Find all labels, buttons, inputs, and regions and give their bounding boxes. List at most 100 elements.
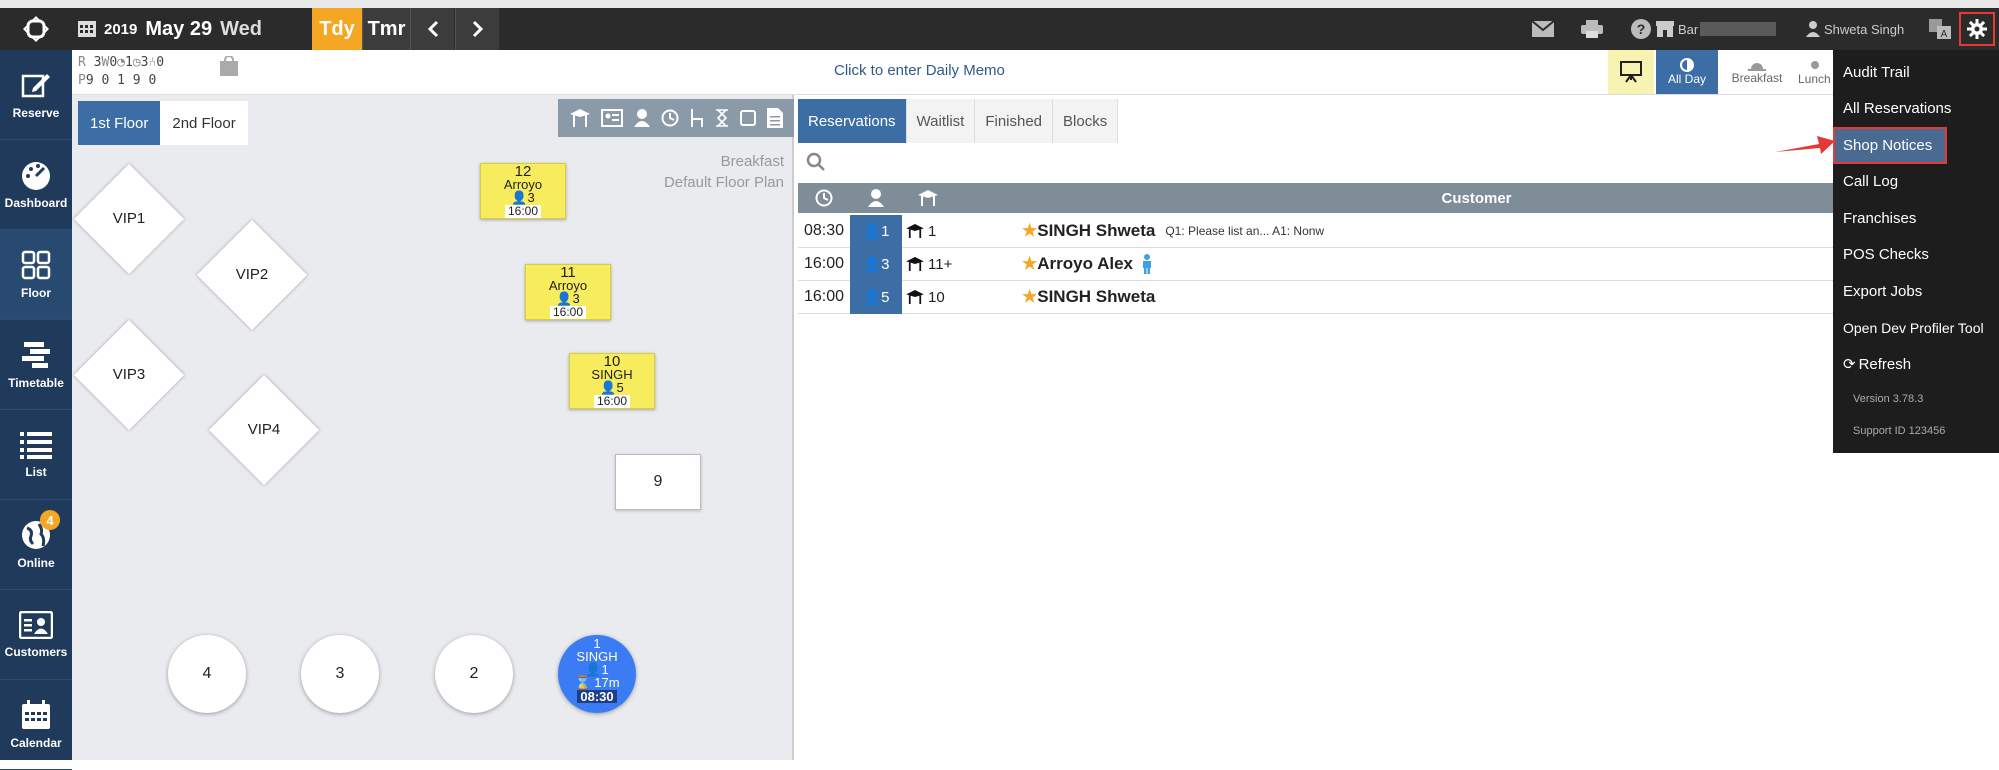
meal-breakfast[interactable]: Breakfast <box>1722 50 1792 94</box>
reservations-table-header: Customer <box>798 183 1999 213</box>
table-10[interactable]: 10 SINGH 👤5 16:00 <box>569 353 655 409</box>
square-icon[interactable] <box>739 110 756 126</box>
menu-item-label: Refresh <box>1858 355 1912 373</box>
hourglass-icon[interactable] <box>715 109 729 127</box>
prev-day-button[interactable] <box>410 8 454 50</box>
column-table[interactable] <box>902 190 954 206</box>
table-4[interactable]: 4 <box>168 635 246 713</box>
reservation-stats: R 3W0◔1◷3⑃0 P9 0 1 9 0 <box>78 55 165 88</box>
user-icon <box>1806 21 1820 37</box>
sidebar-item-dashboard[interactable]: Dashboard <box>0 140 72 230</box>
user-menu[interactable]: Shweta Singh <box>1806 8 1904 50</box>
table-icon[interactable] <box>569 109 590 127</box>
today-button[interactable]: Tdy <box>312 8 362 50</box>
date-month-day: May 29 <box>145 17 213 40</box>
main-sidebar: Reserve Dashboard Floor Timetable List 4… <box>0 50 72 770</box>
row-time: 08:30 <box>803 222 845 239</box>
person-icon <box>868 189 884 207</box>
chair-icon[interactable] <box>690 109 704 127</box>
sidebar-item-timetable[interactable]: Timetable <box>0 320 72 410</box>
menu-item-export-jobs[interactable]: Export Jobs <box>1833 273 1999 310</box>
annotation-arrow-icon <box>1775 136 1835 154</box>
tab-reservations[interactable]: Reservations <box>798 99 907 143</box>
menu-item-shop-notices[interactable]: Shop Notices <box>1833 127 1947 164</box>
table-row[interactable]: 16:00 👤 5 10 ★ SINGH Shweta <box>798 280 1999 314</box>
tab-finished[interactable]: Finished <box>975 99 1054 143</box>
table-1-occupied[interactable]: 1 SINGH 👤1 ⌛ 17m 08:30 <box>558 635 636 713</box>
document-icon[interactable] <box>766 108 783 128</box>
table-12[interactable]: 12 Arroyo 👤3 16:00 <box>480 163 566 219</box>
clock-icon[interactable] <box>661 109 679 127</box>
settings-gear-button[interactable] <box>1959 12 1995 46</box>
translate-icon[interactable]: A <box>1929 18 1951 40</box>
sidebar-item-calendar[interactable]: Calendar <box>0 680 72 770</box>
svg-text:?: ? <box>1637 21 1646 37</box>
reservation-note: Q1: Please list an... A1: Nonw <box>1165 224 1325 238</box>
help-icon[interactable]: ? <box>1630 18 1652 40</box>
menu-item-pos-checks[interactable]: POS Checks <box>1833 237 1999 274</box>
print-icon[interactable] <box>1581 18 1603 40</box>
row-party: 👤 5 <box>850 280 902 314</box>
table-number: 10 <box>928 288 945 306</box>
date-weekday: Wed <box>220 17 262 40</box>
menu-item-refresh[interactable]: ⟳ Refresh <box>1833 346 1999 383</box>
sidebar-label: Calendar <box>10 735 62 750</box>
menu-item-all-reservations[interactable]: All Reservations <box>1833 91 1999 128</box>
person-icon[interactable] <box>633 109 650 127</box>
bag-icon[interactable] <box>220 56 238 76</box>
table-11[interactable]: 11 Arroyo 👤3 16:00 <box>525 264 611 320</box>
table-row[interactable]: 08:30 👤 1 1 ★ SINGH Shweta Q1: Please lis… <box>798 214 1999 248</box>
column-party[interactable] <box>850 189 902 207</box>
floor-plan-info: Breakfast Default Floor Plan <box>664 151 784 193</box>
next-day-button[interactable] <box>455 8 499 50</box>
tomorrow-button[interactable]: Tmr <box>362 8 410 50</box>
date-year: 2019 <box>104 20 138 38</box>
menu-item-call-log[interactable]: Call Log <box>1833 164 1999 201</box>
sidebar-item-customers[interactable]: Customers <box>0 590 72 680</box>
party-size: 1 <box>881 222 890 240</box>
menu-item-dev-profiler[interactable]: Open Dev Profiler Tool <box>1833 310 1999 347</box>
meal-all-day[interactable]: All Day <box>1656 50 1718 94</box>
floor-view-toggle[interactable] <box>1608 50 1654 94</box>
sidebar-item-reserve[interactable]: Reserve <box>0 50 72 140</box>
table-3[interactable]: 3 <box>301 635 379 713</box>
sidebar-label: Floor <box>21 285 51 300</box>
stat-value: 0 <box>109 55 118 70</box>
sidebar-item-list[interactable]: List <box>0 410 72 500</box>
app-logo-icon[interactable] <box>0 8 72 50</box>
customer-name: SINGH Shweta <box>1037 287 1156 306</box>
party-size: 5 <box>881 288 890 306</box>
sidebar-item-online[interactable]: 4 Online <box>0 500 72 590</box>
tab-1st-floor[interactable]: 1st Floor <box>78 101 161 145</box>
row-party: 👤 3 <box>850 247 902 281</box>
floor-grid-icon <box>21 250 51 279</box>
male-person-icon <box>1142 254 1151 274</box>
redacted-text <box>1700 22 1777 36</box>
guest-count-value: 5 <box>616 380 624 395</box>
tab-2nd-floor[interactable]: 2nd Floor <box>160 101 248 145</box>
online-count-badge: 4 <box>40 510 60 530</box>
menu-item-franchises[interactable]: Franchises <box>1833 200 1999 237</box>
table-time: 16:00 <box>504 205 542 218</box>
row-table: 1 <box>902 223 1022 240</box>
column-time[interactable] <box>798 189 850 207</box>
mail-icon[interactable] <box>1532 18 1554 40</box>
tab-waitlist[interactable]: Waitlist <box>906 99 976 143</box>
table-9[interactable]: 9 <box>615 454 701 510</box>
svg-text:A: A <box>1941 29 1948 39</box>
sidebar-label: Online <box>17 555 55 570</box>
table-row[interactable]: 16:00 👤 3 11+ ★ Arroyo Alex <box>798 247 1999 281</box>
table-2[interactable]: 2 <box>435 635 513 713</box>
sun-icon <box>1811 61 1819 69</box>
menu-item-audit-trail[interactable]: Audit Trail <box>1833 54 1999 91</box>
vip-star-icon: ★ <box>1022 287 1038 306</box>
tab-blocks[interactable]: Blocks <box>1053 99 1119 143</box>
sidebar-item-floor[interactable]: Floor <box>0 230 72 320</box>
restaurant-selector[interactable]: Bar <box>1656 8 1777 50</box>
stat-label: R <box>78 55 86 70</box>
id-card-icon[interactable] <box>600 109 623 127</box>
settings-dropdown-menu: Audit Trail All Reservations Shop Notice… <box>1833 50 1999 453</box>
floor-meal-label: Breakfast <box>720 153 784 170</box>
daily-memo-link[interactable]: Click to enter Daily Memo <box>834 62 1005 79</box>
date-picker[interactable]: 2019 May 29 Wed <box>72 8 312 50</box>
